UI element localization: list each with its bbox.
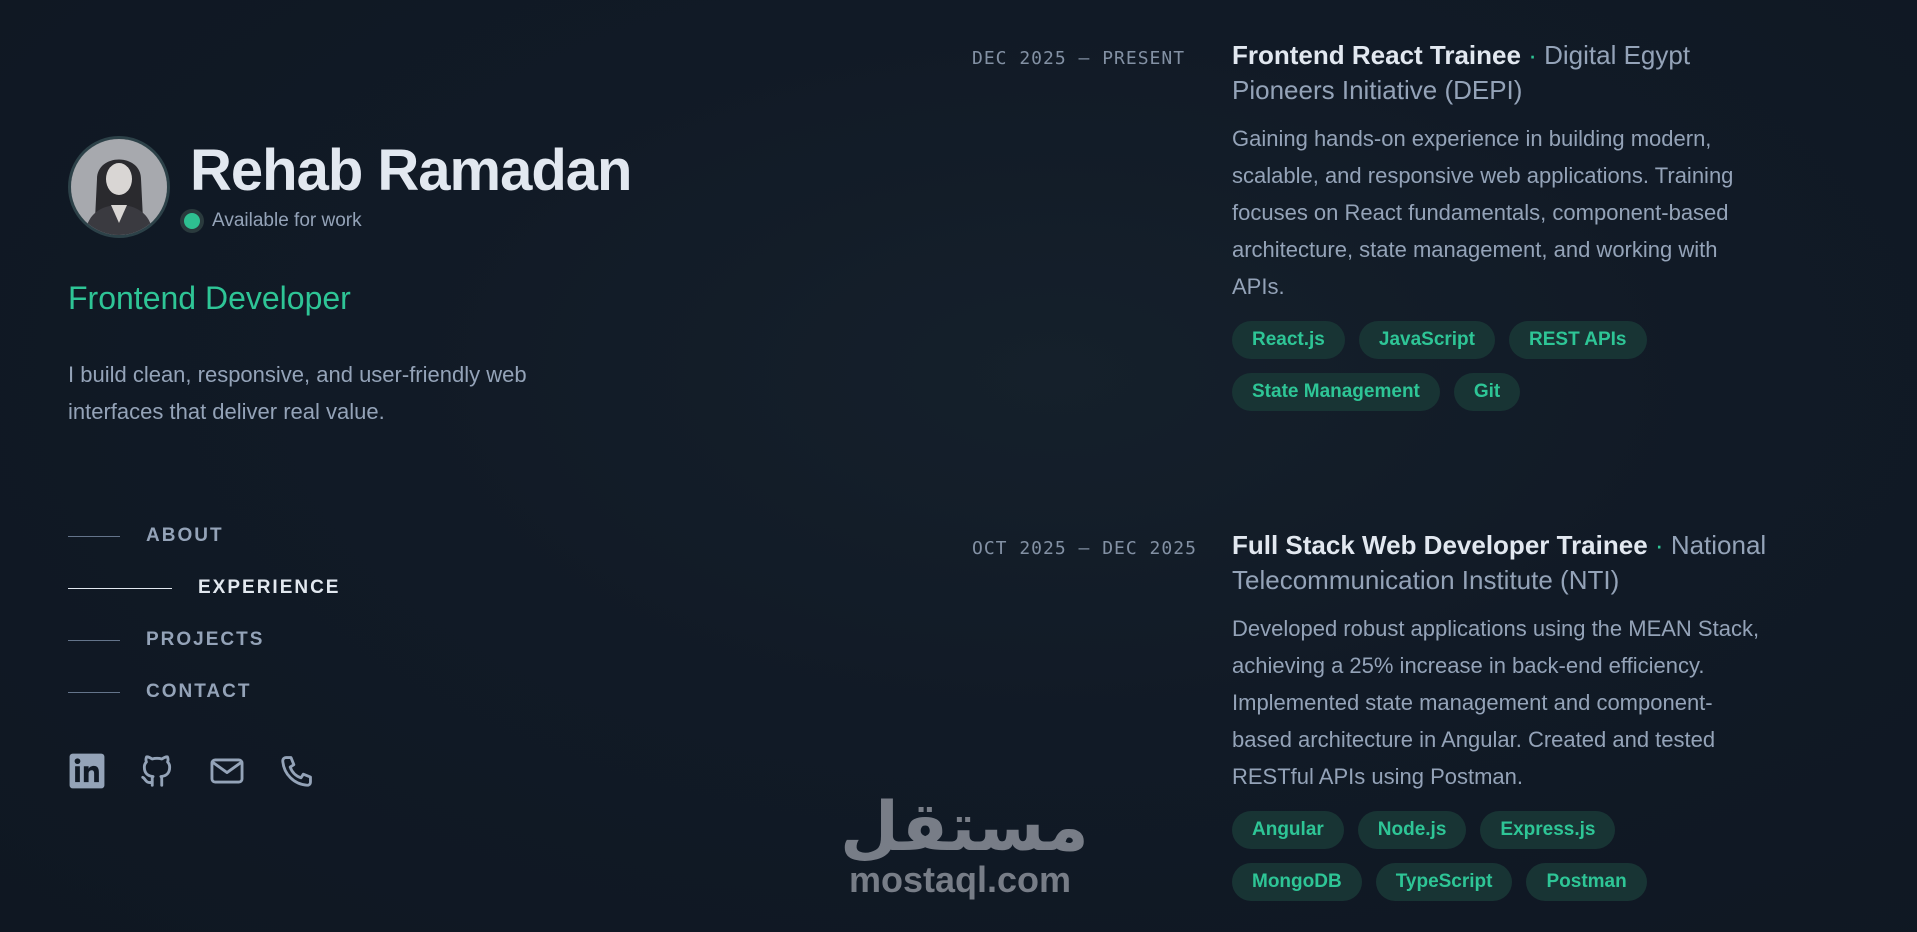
watermark-url: mostaql.com xyxy=(848,859,1072,900)
tech-tag: JavaScript xyxy=(1358,321,1495,359)
job-title: Frontend Developer xyxy=(68,280,351,316)
nav-item-projects[interactable]: PROJECTS xyxy=(68,614,340,666)
nav-indicator-line xyxy=(68,587,172,589)
nav-item-label: CONTACT xyxy=(146,681,252,702)
experience-role: Frontend React Trainee xyxy=(1232,40,1521,70)
experience-description: Developed robust applications using the … xyxy=(1232,616,1760,789)
tech-tags: Angular Node.js Express.js MongoDB TypeS… xyxy=(1232,811,1752,901)
experience-date: OCT 2025 — DEC 2025 xyxy=(972,538,1197,559)
tech-tag: State Management xyxy=(1232,373,1440,411)
nav-item-experience[interactable]: EXPERIENCE xyxy=(68,562,340,614)
profile-name: Rehab Ramadan xyxy=(190,138,632,203)
tech-tag: Postman xyxy=(1526,863,1647,901)
nav-item-label: EXPERIENCE xyxy=(198,577,341,598)
linkedin-icon[interactable] xyxy=(68,752,106,790)
availability-status: Available for work xyxy=(184,210,631,232)
experience-content: Full Stack Web Developer Trainee · Natio… xyxy=(1232,528,1772,901)
tech-tag: Node.js xyxy=(1357,811,1467,849)
avatar xyxy=(68,136,170,238)
profile-header: Rehab Ramadan Available for work xyxy=(68,136,632,238)
tech-tag: Angular xyxy=(1232,811,1344,849)
phone-icon[interactable] xyxy=(278,752,316,790)
nav-indicator-line xyxy=(68,639,120,641)
status-text: Available for work xyxy=(212,210,362,231)
watermark-logo-text: مستقل xyxy=(840,788,1089,867)
nav-indicator-line xyxy=(68,691,120,693)
name-block: Rehab Ramadan Available for work xyxy=(184,138,632,232)
tech-tags: React.js JavaScript REST APIs State Mana… xyxy=(1232,321,1752,411)
nav-item-about[interactable]: ABOUT xyxy=(68,510,340,562)
nav-item-contact[interactable]: CONTACT xyxy=(68,666,340,718)
tech-tag: REST APIs xyxy=(1509,321,1647,359)
nav-item-label: PROJECTS xyxy=(146,629,265,650)
tech-tag: React.js xyxy=(1232,321,1345,359)
mail-icon[interactable] xyxy=(208,752,246,790)
experience-role: Full Stack Web Developer Trainee xyxy=(1232,530,1648,560)
tech-tag: TypeScript xyxy=(1375,863,1513,901)
github-icon[interactable] xyxy=(138,752,176,790)
tech-tag: Git xyxy=(1453,373,1521,411)
nav-item-label: ABOUT xyxy=(146,525,224,546)
tech-tag: Express.js xyxy=(1480,811,1616,849)
watermark: مستقل mostaql.com xyxy=(840,788,1089,900)
experience-description: Gaining hands-on experience in building … xyxy=(1232,126,1734,299)
title-separator: · xyxy=(1528,40,1537,70)
title-separator: · xyxy=(1654,530,1664,560)
status-dot-icon xyxy=(184,213,200,229)
social-links xyxy=(68,752,316,790)
experience-title: Full Stack Web Developer Trainee · Natio… xyxy=(1232,528,1772,598)
nav-indicator-line xyxy=(68,535,120,537)
section-nav: ABOUT EXPERIENCE PROJECTS CONTACT xyxy=(68,510,340,718)
experience-date: DEC 2025 — PRESENT xyxy=(972,48,1186,69)
experience-content: Frontend React Trainee · Digital Egypt P… xyxy=(1232,38,1772,411)
experience-title: Frontend React Trainee · Digital Egypt P… xyxy=(1232,38,1772,108)
tech-tag: MongoDB xyxy=(1232,863,1362,901)
bio-text: I build clean, responsive, and user-frie… xyxy=(68,362,527,424)
